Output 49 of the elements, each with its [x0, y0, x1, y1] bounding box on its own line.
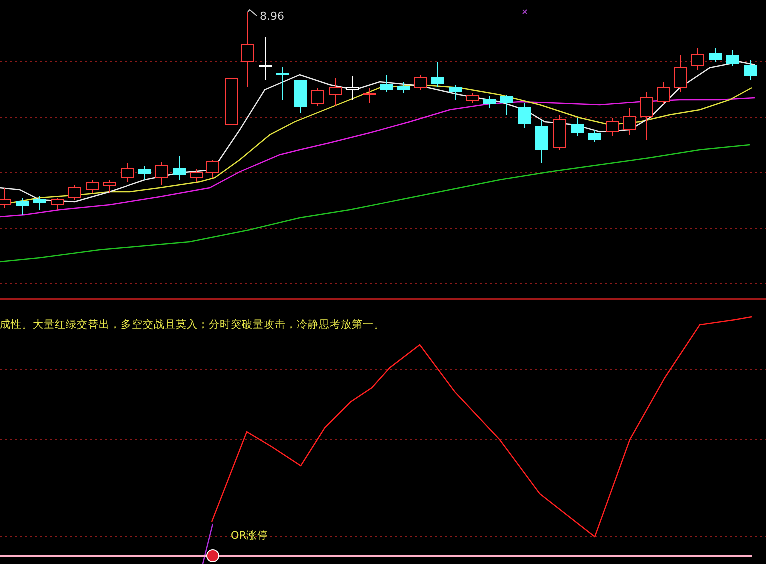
- high-marker-icon: [248, 9, 258, 16]
- candlestick: [16, 198, 30, 216]
- candlestick: [174, 156, 186, 180]
- signal-ball-icon: [206, 550, 220, 562]
- candlestick: [34, 196, 46, 210]
- candlestick: [606, 118, 620, 136]
- candlestick: [312, 88, 324, 106]
- candlestick: [138, 166, 152, 180]
- candlestick: [554, 114, 566, 150]
- candlestick: [500, 94, 514, 116]
- candlestick: [52, 198, 64, 210]
- candlestick: [122, 162, 134, 182]
- candlestick: [364, 88, 376, 104]
- candlestick: [450, 84, 462, 100]
- candlestick: [484, 96, 496, 108]
- signal-label: OR涨停: [231, 529, 269, 543]
- candlestick: [518, 102, 532, 128]
- candlestick: [624, 108, 636, 136]
- candlestick: [640, 92, 654, 140]
- candlestick: [658, 82, 670, 104]
- commentary-text: 成性。大量红绿交替出，多空交战且莫入；分时突破量攻击，冷静思考放第一。: [0, 318, 385, 332]
- candlestick: [692, 48, 704, 70]
- candlestick: [68, 184, 82, 200]
- candlestick: [572, 118, 584, 136]
- candlestick: [744, 60, 758, 80]
- candlestick: [726, 50, 740, 66]
- candlestick: [86, 180, 100, 194]
- candlestick: [156, 162, 168, 186]
- candlestick: [432, 62, 444, 88]
- candlestick: [466, 92, 480, 104]
- candlestick: [190, 168, 204, 182]
- candlestick: [588, 130, 602, 142]
- candlestick: [674, 54, 688, 92]
- candlestick: [260, 36, 272, 80]
- candlestick: [206, 160, 220, 178]
- candlestick: [414, 74, 428, 90]
- candlestick: [104, 180, 116, 194]
- candlestick: [294, 80, 308, 114]
- signal-line: [202, 524, 214, 564]
- candlestick: [536, 120, 548, 164]
- candlestick: [276, 66, 290, 100]
- high-price-label: 8.96: [260, 10, 284, 23]
- candlestick: [330, 78, 342, 106]
- cross-mark-icon: [522, 10, 528, 14]
- candlestick: [226, 78, 238, 126]
- candlestick: [380, 74, 394, 92]
- candlestick: [398, 82, 410, 94]
- candlestick: [346, 76, 360, 100]
- candlestick: [710, 48, 722, 62]
